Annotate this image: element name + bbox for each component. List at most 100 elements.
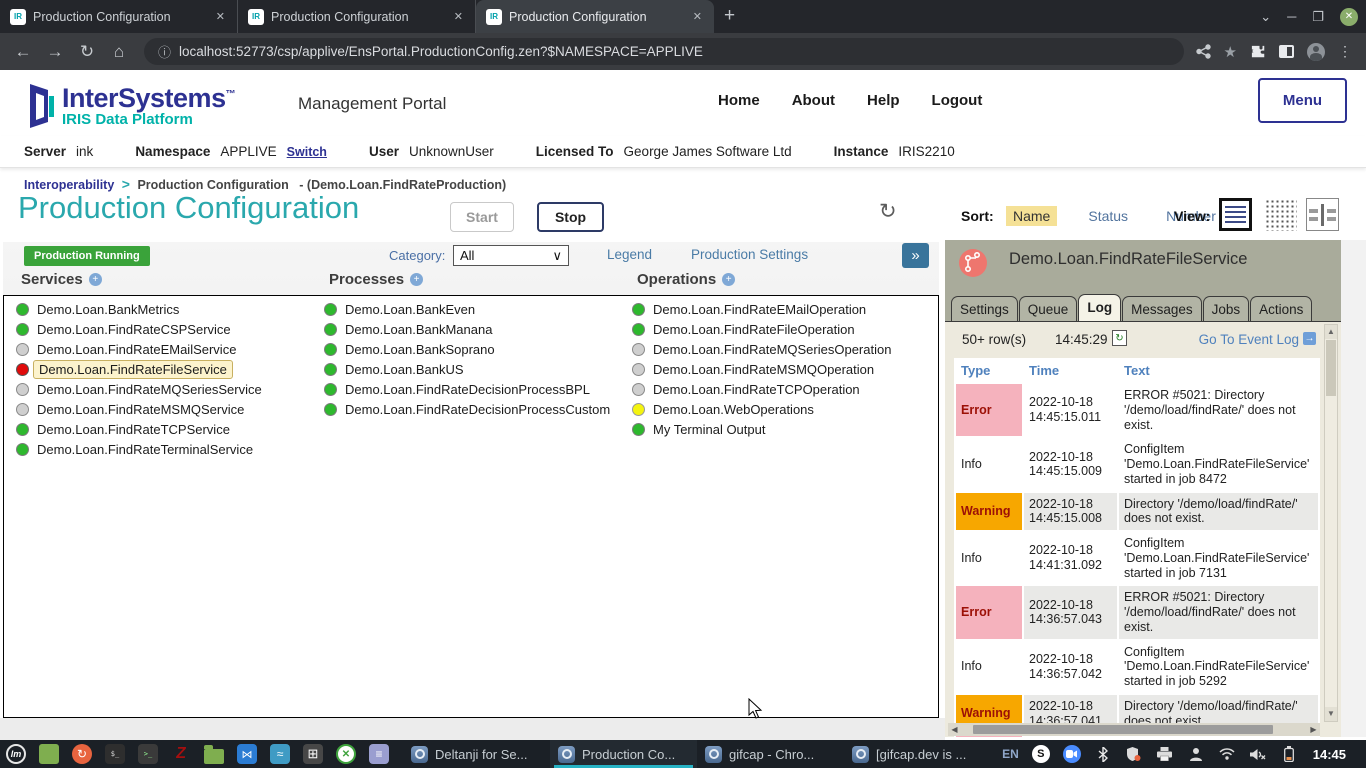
system-monitor-icon[interactable]: ≈ (270, 744, 290, 764)
panel-tab-messages[interactable]: Messages (1122, 296, 1202, 321)
add-item-icon[interactable]: + (410, 273, 423, 286)
nav-link-about[interactable]: About (792, 92, 835, 109)
switch-link[interactable]: Switch (287, 145, 327, 159)
address-bar[interactable]: ⓘ localhost:52773/csp/applive/EnsPortal.… (144, 38, 1184, 65)
security-shield-icon[interactable] (1125, 745, 1143, 763)
external-arrow-icon[interactable]: → (1303, 332, 1316, 345)
minimize-button[interactable]: ─ (1287, 9, 1296, 24)
category-select[interactable]: All ∨ (453, 245, 569, 266)
browser-tab[interactable]: IRProduction Configuration✕ (0, 0, 238, 33)
config-item[interactable]: Demo.Loan.BankMetrics (16, 299, 262, 319)
vertical-scroll-thumb[interactable] (1326, 340, 1336, 396)
taskbar-window-button[interactable]: Production Co... (550, 740, 697, 768)
config-item[interactable]: Demo.Loan.WebOperations (632, 399, 891, 419)
back-button[interactable]: ← (10, 42, 36, 62)
config-item[interactable]: Demo.Loan.FindRateDecisionProcessCustom (324, 399, 610, 419)
config-item[interactable]: Demo.Loan.FindRateMSMQService (16, 399, 262, 419)
taskbar-window-button[interactable]: [gifcap.dev is ... (844, 740, 991, 768)
x-server-icon[interactable]: ✕ (336, 744, 356, 764)
config-item[interactable]: Demo.Loan.FindRateEMailOperation (632, 299, 891, 319)
printer-icon[interactable] (1156, 745, 1174, 763)
reload-button[interactable]: ↻ (74, 42, 100, 62)
folder-icon[interactable] (204, 749, 224, 764)
config-item[interactable]: Demo.Loan.BankEven (324, 299, 610, 319)
bluetooth-icon[interactable] (1094, 745, 1112, 763)
config-item[interactable]: Demo.Loan.FindRateEMailService (16, 339, 262, 359)
restore-button[interactable]: ❐ (1312, 9, 1324, 25)
nav-link-help[interactable]: Help (867, 92, 900, 109)
config-item[interactable]: Demo.Loan.FindRateFileService (16, 359, 262, 379)
calculator-icon[interactable]: ⊞ (303, 744, 323, 764)
horizontal-scroll-thumb[interactable] (973, 725, 1273, 734)
sort-option-name[interactable]: Name (1006, 206, 1057, 226)
site-info-icon[interactable]: ⓘ (158, 42, 171, 61)
zoom-icon[interactable] (1063, 745, 1081, 763)
taskbar-window-button[interactable]: gifcap - Chro... (697, 740, 844, 768)
share-icon[interactable] (1196, 44, 1211, 59)
scroll-left-icon[interactable]: ◀ (948, 725, 961, 734)
add-item-icon[interactable]: + (89, 273, 102, 286)
taskbar-clock[interactable]: 14:45 (1311, 747, 1354, 762)
profile-avatar[interactable] (1307, 43, 1325, 61)
panel-tab-log[interactable]: Log (1078, 294, 1121, 321)
panel-tab-settings[interactable]: Settings (951, 296, 1018, 321)
panel-tab-jobs[interactable]: Jobs (1203, 296, 1250, 321)
log-refresh-icon[interactable]: ↻ (1112, 330, 1127, 346)
scroll-right-icon[interactable]: ▶ (1307, 725, 1320, 734)
sort-option-status[interactable]: Status (1081, 206, 1135, 226)
go-to-event-log-link[interactable]: Go To Event Log (1199, 332, 1299, 347)
config-item[interactable]: Demo.Loan.FindRateFileOperation (632, 319, 891, 339)
language-indicator[interactable]: EN (1002, 747, 1019, 761)
terminal-icon[interactable]: $_ (105, 744, 125, 764)
extensions-puzzle-icon[interactable] (1250, 44, 1266, 60)
bookmark-star-icon[interactable]: ★ (1224, 43, 1237, 61)
user-icon[interactable] (1187, 745, 1205, 763)
add-item-icon[interactable]: + (722, 273, 735, 286)
side-panel-icon[interactable] (1279, 45, 1294, 58)
config-item[interactable]: Demo.Loan.FindRateTCPService (16, 419, 262, 439)
tab-close-icon[interactable]: ✕ (212, 8, 229, 25)
menu-button[interactable]: Menu (1258, 78, 1347, 123)
tab-close-icon[interactable]: ✕ (689, 8, 706, 25)
notes-icon[interactable]: ≡ (369, 744, 389, 764)
update-icon[interactable]: ↻ (72, 744, 92, 764)
vscode-icon[interactable]: ⋈ (237, 744, 257, 764)
skype-icon[interactable]: S (1032, 745, 1050, 763)
stop-button[interactable]: Stop (537, 202, 604, 232)
config-item[interactable]: Demo.Loan.FindRateTerminalService (16, 439, 262, 459)
taskbar-window-button[interactable]: Deltanji for Se... (403, 740, 550, 768)
view-grid-icon[interactable] (1264, 198, 1297, 231)
config-item[interactable]: Demo.Loan.FindRateTCPOperation (632, 379, 891, 399)
root-terminal-icon[interactable]: >_ (138, 744, 158, 764)
browser-tab[interactable]: IRProduction Configuration✕ (476, 0, 714, 33)
home-button[interactable]: ⌂ (106, 42, 132, 62)
refresh-spinner-icon[interactable]: ↻ (879, 199, 897, 224)
volume-muted-icon[interactable] (1249, 745, 1267, 763)
config-item[interactable]: My Terminal Output (632, 419, 891, 439)
scroll-up-icon[interactable]: ▲ (1325, 325, 1337, 339)
nav-link-home[interactable]: Home (718, 92, 760, 109)
config-item[interactable]: Demo.Loan.BankUS (324, 359, 610, 379)
config-item[interactable]: Demo.Loan.BankManana (324, 319, 610, 339)
config-item[interactable]: Demo.Loan.FindRateMSMQOperation (632, 359, 891, 379)
config-item[interactable]: Demo.Loan.FindRateMQSeriesService (16, 379, 262, 399)
start-button[interactable]: Start (450, 202, 514, 232)
expand-panel-button[interactable]: » (902, 243, 929, 268)
view-list-icon[interactable] (1219, 198, 1252, 231)
panel-tab-actions[interactable]: Actions (1250, 296, 1312, 321)
config-item[interactable]: Demo.Loan.FindRateMQSeriesOperation (632, 339, 891, 359)
config-item[interactable]: Demo.Loan.FindRateCSPService (16, 319, 262, 339)
zeal-icon[interactable]: Z (170, 744, 193, 764)
production-settings-link[interactable]: Production Settings (691, 247, 808, 262)
panel-horizontal-scrollbar[interactable]: ◀ ▶ (948, 723, 1320, 736)
tab-close-icon[interactable]: ✕ (450, 8, 467, 25)
view-split-icon[interactable] (1306, 198, 1339, 231)
config-item[interactable]: Demo.Loan.BankSoprano (324, 339, 610, 359)
forward-button[interactable]: → (42, 42, 68, 62)
browser-tab[interactable]: IRProduction Configuration✕ (238, 0, 476, 33)
scroll-down-icon[interactable]: ▼ (1325, 707, 1337, 721)
wifi-icon[interactable] (1218, 745, 1236, 763)
nav-link-logout[interactable]: Logout (932, 92, 983, 109)
browser-menu-icon[interactable]: ⋮ (1338, 43, 1352, 60)
new-tab-button[interactable]: + (714, 5, 747, 33)
